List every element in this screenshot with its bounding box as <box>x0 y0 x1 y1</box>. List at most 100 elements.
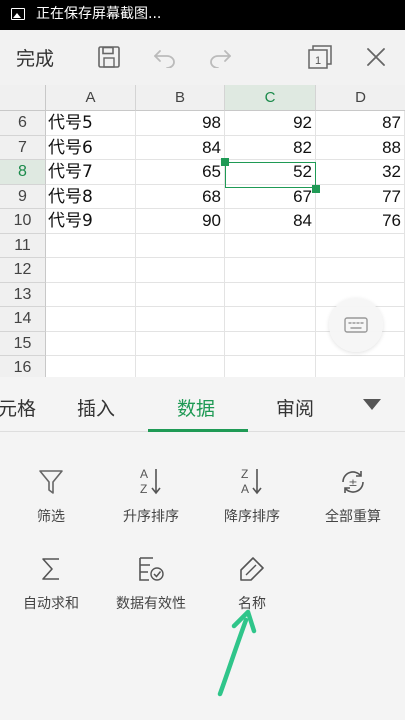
grid-cell-c13[interactable] <box>225 282 316 307</box>
column-header-a[interactable]: A <box>46 85 136 111</box>
grid-cell-c7[interactable]: 82 <box>225 135 316 160</box>
autosum-label: 自动求和 <box>23 596 79 612</box>
pointer-arrow-annotation <box>217 609 257 697</box>
grid-cell-c12[interactable] <box>225 258 316 283</box>
redo-icon[interactable] <box>205 42 235 72</box>
grid-cell-a7[interactable]: 代号6 <box>46 135 136 160</box>
row-header[interactable]: 11 <box>0 233 46 258</box>
filter-button[interactable]: 筛选 <box>1 460 101 526</box>
status-bar: 正在保存屏幕截图... <box>0 0 405 30</box>
ribbon-tabs: 元格 插入 数据 审阅 <box>0 377 405 432</box>
grid-cell-a6[interactable]: 代号5 <box>46 111 136 136</box>
grid-cell-a12[interactable] <box>46 258 136 283</box>
grid-cell-b11[interactable] <box>136 233 225 258</box>
cell-selection-box[interactable] <box>225 162 316 188</box>
sort-ascending-label: 升序排序 <box>123 509 179 525</box>
grid-cell-d11[interactable] <box>316 233 405 258</box>
svg-text:A: A <box>241 482 249 496</box>
grid-cell-b12[interactable] <box>136 258 225 283</box>
grid-cell-d8[interactable]: 32 <box>316 160 405 185</box>
save-icon[interactable] <box>94 42 124 72</box>
row-header[interactable]: 14 <box>0 307 46 332</box>
data-validation-label: 数据有效性 <box>116 596 186 612</box>
grid-cell-d9[interactable]: 77 <box>316 184 405 209</box>
grid-cell-c10[interactable]: 84 <box>225 209 316 234</box>
grid-cell-c16[interactable] <box>225 356 316 377</box>
column-header-c[interactable]: C <box>225 85 316 111</box>
name-tag-icon <box>240 557 264 581</box>
data-tools-panel: 筛选 AZ 升序排序 ZA 降序排序 ± 全部重算 自动求和 数据有效性 名称 <box>0 432 405 720</box>
grid-cell-c15[interactable] <box>225 331 316 356</box>
row-header[interactable]: 9 <box>0 184 46 209</box>
grid-cell-a15[interactable] <box>46 331 136 356</box>
spreadsheet-grid[interactable]: A B C D 6 代号5 98 92 87 7 代号6 84 82 88 8 代号7 65 52 32 9 代… <box>0 85 405 377</box>
grid-cell-a11[interactable] <box>46 233 136 258</box>
row-header[interactable]: 6 <box>0 111 46 136</box>
svg-text:A: A <box>140 467 148 481</box>
grid-cell-d6[interactable]: 87 <box>316 111 405 136</box>
keyboard-icon <box>344 317 368 333</box>
selection-handle-top-left[interactable] <box>221 158 229 166</box>
tab-cell[interactable]: 元格 <box>0 394 36 421</box>
grid-cell-d12[interactable] <box>316 258 405 283</box>
column-header-d[interactable]: D <box>316 85 405 111</box>
top-toolbar: 完成 1 <box>0 30 405 85</box>
grid-cell-a13[interactable] <box>46 282 136 307</box>
row-header[interactable]: 8 <box>0 160 46 185</box>
row-header[interactable]: 16 <box>0 356 46 377</box>
tabs-more-dropdown-icon[interactable] <box>363 399 381 410</box>
grid-cell-b14[interactable] <box>136 307 225 332</box>
grid-cell-c11[interactable] <box>225 233 316 258</box>
grid-cell-a16[interactable] <box>46 356 136 377</box>
grid-cell-b9[interactable]: 68 <box>136 184 225 209</box>
filter-icon <box>39 470 63 494</box>
grid-cell-b6[interactable]: 98 <box>136 111 225 136</box>
column-header-b[interactable]: B <box>136 85 225 111</box>
close-icon[interactable] <box>361 42 391 72</box>
grid-cell-c9[interactable]: 67 <box>225 184 316 209</box>
autosum-button[interactable]: 自动求和 <box>1 547 101 613</box>
grid-cell-a14[interactable] <box>46 307 136 332</box>
grid-cell-d10[interactable]: 76 <box>316 209 405 234</box>
grid-cell-c14[interactable] <box>225 307 316 332</box>
grid-cell-a8[interactable]: 代号7 <box>46 160 136 185</box>
data-validation-button[interactable]: 数据有效性 <box>101 547 201 613</box>
status-text: 正在保存屏幕截图... <box>36 6 162 22</box>
sort-descending-label: 降序排序 <box>224 509 280 525</box>
select-all-corner[interactable] <box>0 85 46 111</box>
grid-cell-b10[interactable]: 90 <box>136 209 225 234</box>
sort-ascending-icon: AZ <box>140 467 161 496</box>
data-validation-icon <box>139 557 164 581</box>
grid-cell-c6[interactable]: 92 <box>225 111 316 136</box>
row-header[interactable]: 15 <box>0 331 46 356</box>
row-header[interactable]: 10 <box>0 209 46 234</box>
row-header[interactable]: 12 <box>0 258 46 283</box>
row-header[interactable]: 7 <box>0 135 46 160</box>
grid-cell-d7[interactable]: 88 <box>316 135 405 160</box>
grid-cell-a9[interactable]: 代号8 <box>46 184 136 209</box>
selection-handle-bottom-right[interactable] <box>312 185 320 193</box>
tab-insert[interactable]: 插入 <box>77 394 115 421</box>
done-button[interactable]: 完成 <box>16 44 54 71</box>
undo-icon[interactable] <box>150 42 180 72</box>
screenshot-icon <box>11 8 25 20</box>
sort-ascending-button[interactable]: AZ 升序排序 <box>101 460 201 526</box>
filter-label: 筛选 <box>37 509 65 525</box>
grid-cell-b7[interactable]: 84 <box>136 135 225 160</box>
grid-cell-a10[interactable]: 代号9 <box>46 209 136 234</box>
window-switch-icon[interactable]: 1 <box>305 42 335 72</box>
grid-cell-b16[interactable] <box>136 356 225 377</box>
sort-descending-button[interactable]: ZA 降序排序 <box>202 460 302 526</box>
row-header[interactable]: 13 <box>0 282 46 307</box>
grid-cell-b15[interactable] <box>136 331 225 356</box>
tab-review[interactable]: 审阅 <box>276 394 314 421</box>
svg-text:Z: Z <box>140 482 147 496</box>
tab-data[interactable]: 数据 <box>177 394 215 421</box>
keyboard-toggle-button[interactable] <box>329 298 383 352</box>
sort-descending-icon: ZA <box>241 467 262 496</box>
svg-text:±: ± <box>348 476 357 489</box>
grid-cell-b8[interactable]: 65 <box>136 160 225 185</box>
grid-cell-d16[interactable] <box>316 356 405 377</box>
recalculate-button[interactable]: ± 全部重算 <box>303 460 403 526</box>
grid-cell-b13[interactable] <box>136 282 225 307</box>
